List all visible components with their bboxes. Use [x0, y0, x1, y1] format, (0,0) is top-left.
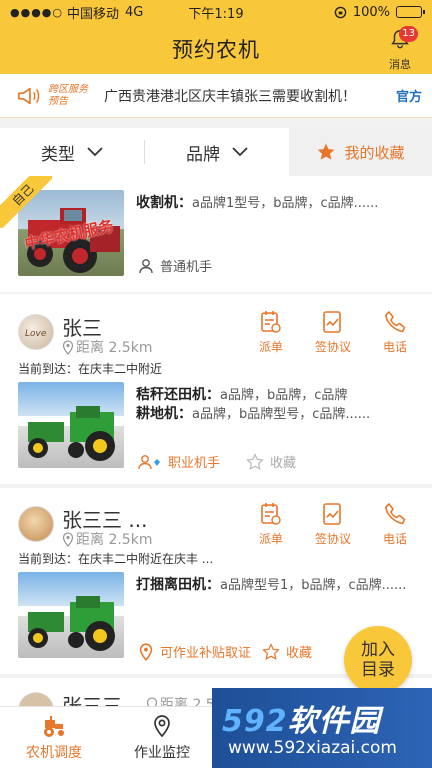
filter-bar: 类型 品牌 我的收藏	[0, 128, 432, 176]
phone-button[interactable]: 电话	[374, 310, 416, 355]
watermark-url: www.592xiazai.com	[228, 738, 397, 758]
map-pin-icon	[154, 714, 170, 737]
collect-button[interactable]: 收藏	[262, 642, 312, 661]
machine-brands: a品牌1型号，b品牌，c品牌......	[192, 196, 379, 211]
dispatch-icon	[261, 311, 281, 333]
agreement-icon	[323, 311, 341, 333]
battery-icon	[396, 6, 425, 18]
collect-button[interactable]: 收藏	[246, 452, 296, 471]
type-filter-label: 类型	[41, 144, 75, 165]
avatar	[18, 506, 54, 542]
distance: 距离 2.5km	[62, 337, 152, 357]
star-outline-icon	[262, 642, 280, 660]
operator-chip: 普通机手	[138, 256, 212, 275]
type-filter[interactable]: 类型	[0, 128, 144, 176]
carrier-name: 中国移动	[67, 6, 120, 22]
location-pin-icon	[139, 642, 153, 661]
location-pin-icon	[62, 531, 74, 547]
operator-card[interactable]: Love 张三 距离 2.5km 派单 签协议 电话 当前到达：在庆丰二中附近 …	[0, 294, 432, 484]
tractor-icon	[44, 715, 64, 737]
messages-button[interactable]: 13 消息	[380, 26, 420, 72]
machine-type: 收割机：	[136, 195, 192, 211]
phone-button[interactable]: 电话	[374, 502, 416, 547]
phone-icon	[385, 503, 406, 525]
official-badge: 官方	[395, 90, 422, 105]
avatar: Love	[18, 314, 54, 350]
star-outline-icon	[246, 452, 264, 470]
rotation-lock-icon	[334, 6, 347, 18]
brand-filter-label: 品牌	[186, 144, 220, 165]
add-to-catalog-button[interactable]: 加入 目录	[344, 626, 412, 694]
agreement-icon	[323, 503, 341, 525]
pro-operator-icon	[138, 454, 160, 469]
star-icon	[318, 143, 335, 160]
current-location: 当前到达：在庆丰二中附近	[18, 362, 163, 376]
my-favorites-button[interactable]: 我的收藏	[289, 128, 432, 176]
tab-work-monitor[interactable]: 作业监控	[108, 707, 216, 768]
chevron-down-icon	[87, 147, 103, 157]
site-watermark: 592软件园 www.592xiazai.com	[212, 688, 432, 768]
brand-filter[interactable]: 品牌	[145, 128, 289, 176]
network-type: 4G	[125, 4, 144, 20]
avatar	[18, 692, 54, 706]
nav-bar: 预约农机 13 消息	[0, 24, 432, 74]
distance: 距离 2.5	[146, 694, 215, 706]
machine-row: 秸秆还田机：a品牌，b品牌，c品牌	[136, 387, 348, 403]
message-badge: 13	[399, 26, 418, 42]
location-pin-icon	[62, 339, 74, 355]
chevron-down-icon	[232, 147, 248, 157]
location-pin-icon	[146, 696, 158, 706]
machine-card[interactable]: 中华农机服务 自己 收割机：a品牌1型号，b品牌，c品牌...... 普通机手	[0, 176, 432, 292]
dispatch-button[interactable]: 派单	[250, 502, 292, 547]
signal-indicator: ●●●●○	[10, 5, 63, 19]
machine-photo	[18, 382, 124, 468]
sign-agreement-button[interactable]: 签协议	[312, 310, 354, 355]
self-ribbon: 自己	[0, 176, 52, 228]
tab-machine-dispatch[interactable]: 农机调度	[0, 707, 108, 768]
machine-row: 打捆离田机：a品牌型号1，b品牌，c品牌......	[136, 577, 407, 593]
operator-type: 职业机手	[168, 456, 221, 471]
speaker-icon	[17, 87, 40, 104]
distance: 距离 2.5km	[62, 529, 152, 549]
battery-percent: 100%	[352, 4, 390, 20]
page-title: 预约农机	[172, 38, 260, 62]
machine-row: 耕地机：a品牌，b品牌型号，c品牌......	[136, 406, 371, 422]
favorites-label: 我的收藏	[344, 143, 405, 162]
watermark-logo: 592软件园	[222, 704, 381, 739]
operator-name: 张三三	[62, 694, 122, 706]
notice-text: 广西贵港港北区庆丰镇张三需要收割机！	[104, 88, 356, 105]
machine-photo	[18, 572, 124, 658]
dispatch-icon	[261, 503, 281, 525]
operator-chip: 职业机手	[138, 452, 220, 471]
notice-tag: 跨区服务预告	[48, 83, 88, 107]
messages-label: 消息	[389, 58, 411, 71]
subsidy-label: 可作业补贴取证	[160, 646, 252, 661]
notice-banner[interactable]: 跨区服务预告 广西贵港港北区庆丰镇张三需要收割机！ 官方	[0, 74, 432, 118]
subsidy-chip: 可作业补贴取证	[138, 642, 251, 661]
current-location: 当前到达：在庆丰二中附近在庆丰 ...	[18, 552, 214, 566]
person-icon	[139, 258, 153, 273]
phone-icon	[385, 311, 406, 333]
dispatch-button[interactable]: 派单	[250, 310, 292, 355]
status-bar: ●●●●○ 中国移动 4G 下午1:19 100%	[0, 0, 432, 24]
sign-agreement-button[interactable]: 签协议	[312, 502, 354, 547]
operator-type: 普通机手	[160, 260, 213, 275]
